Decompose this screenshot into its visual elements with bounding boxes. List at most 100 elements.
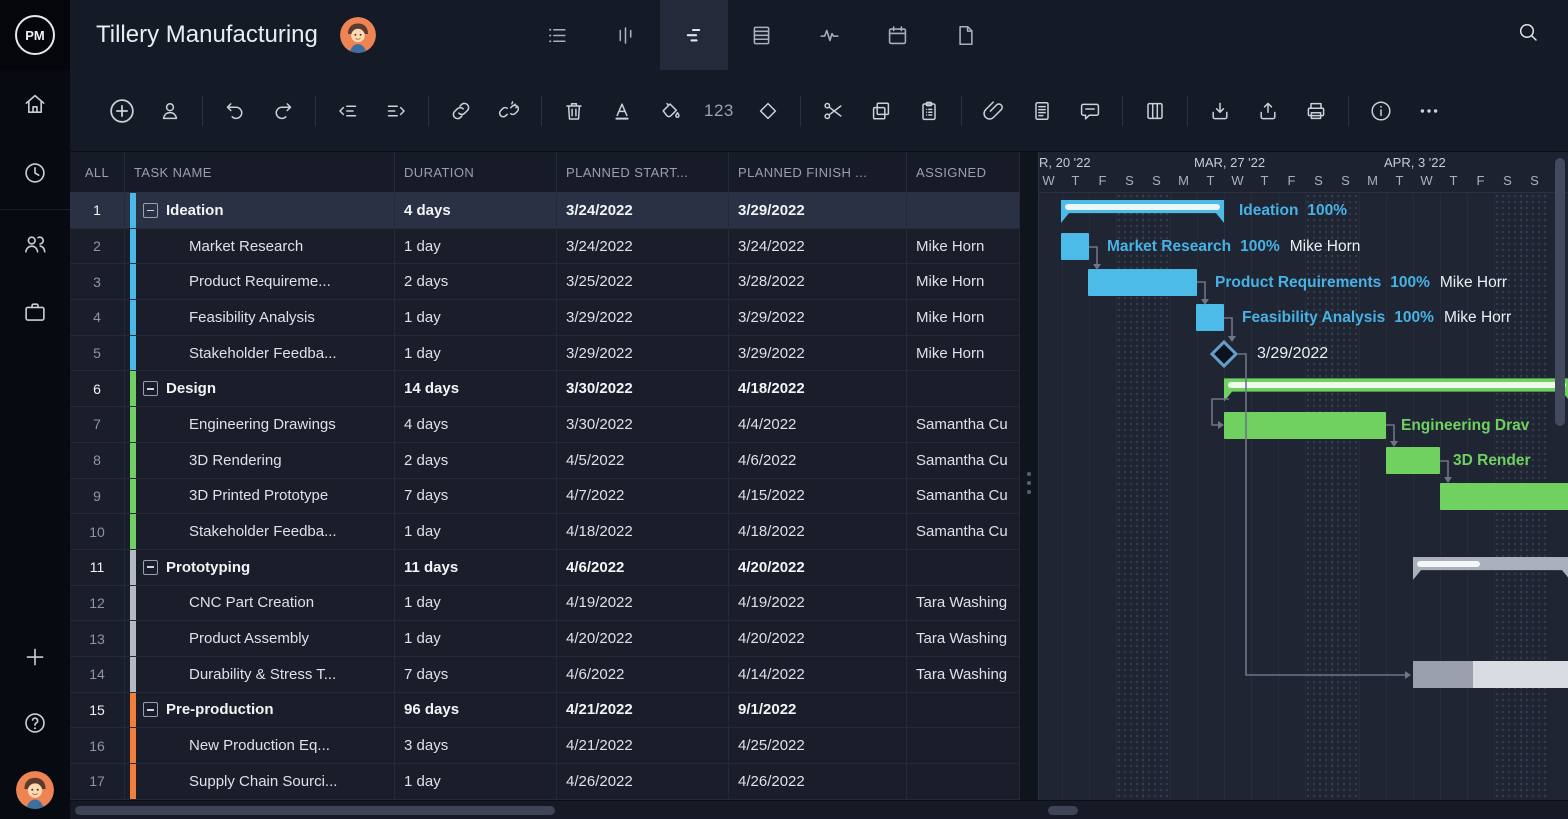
sidebar-clock-button[interactable] <box>17 155 53 191</box>
table-row[interactable]: 15Pre-production96 days4/21/20229/1/2022 <box>70 693 1020 729</box>
timeline-day-label: W <box>1039 173 1062 188</box>
toolbar-columns-button[interactable] <box>1141 97 1169 125</box>
toolbar-milestone-diamond-button[interactable] <box>754 97 782 125</box>
toolbar-import-button[interactable] <box>1206 97 1234 125</box>
collapse-toggle-icon[interactable] <box>143 381 158 396</box>
collapse-toggle-icon[interactable] <box>143 560 158 575</box>
table-row[interactable]: 16New Production Eq...3 days4/21/20224/2… <box>70 728 1020 764</box>
column-header-assigned[interactable]: ASSIGNED <box>907 152 1020 192</box>
view-tab-sheet[interactable] <box>728 0 796 70</box>
table-row[interactable]: 13Product Assembly1 day4/20/20224/20/202… <box>70 621 1020 657</box>
toolbar-print-button[interactable] <box>1302 97 1330 125</box>
sidebar-home-button[interactable] <box>17 86 53 122</box>
app-logo[interactable]: PM <box>0 0 70 70</box>
sidebar-plus-button[interactable] <box>17 639 53 675</box>
toolbar-notes-button[interactable] <box>1028 97 1056 125</box>
view-tab-calendar[interactable] <box>864 0 932 70</box>
toolbar-trash-button[interactable] <box>560 97 588 125</box>
column-header-task-name[interactable]: TASK NAME <box>125 152 395 192</box>
table-row[interactable]: 17Supply Chain Sourci...1 day4/26/20224/… <box>70 764 1020 800</box>
toolbar-plus-circle-button[interactable] <box>108 97 136 125</box>
table-row[interactable]: 83D Rendering2 days4/5/20224/6/2022Saman… <box>70 443 1020 479</box>
toolbar-cut-button[interactable] <box>819 97 847 125</box>
gantt-horizontal-scrollbar-thumb[interactable] <box>1048 806 1078 815</box>
comment-icon <box>1078 99 1102 123</box>
user-avatar[interactable] <box>16 771 54 809</box>
toolbar-attachment-button[interactable] <box>980 97 1008 125</box>
toolbar-group <box>429 97 541 125</box>
toolbar-link-button[interactable] <box>447 97 475 125</box>
timeline-day-label: F <box>1278 173 1305 188</box>
sidebar-portfolio-button[interactable] <box>17 294 53 330</box>
search-icon <box>1516 20 1540 44</box>
task-color-strip <box>130 693 136 728</box>
table-row[interactable]: 10Stakeholder Feedba...1 day4/18/20224/1… <box>70 514 1020 550</box>
table-row[interactable]: 5Stakeholder Feedba...1 day3/29/20223/29… <box>70 336 1020 372</box>
duration-cell: 1 day <box>395 300 557 335</box>
column-header-all[interactable]: ALL <box>70 152 125 192</box>
toolbar-unlink-button[interactable] <box>495 97 523 125</box>
toolbar-group <box>316 97 428 125</box>
sidebar-help-button[interactable] <box>17 705 53 741</box>
table-row[interactable]: 11Prototyping11 days4/6/20224/20/2022 <box>70 550 1020 586</box>
collapse-toggle-icon[interactable] <box>143 203 158 218</box>
view-tab-board[interactable] <box>592 0 660 70</box>
table-row[interactable]: 2Market Research1 day3/24/20223/24/2022M… <box>70 229 1020 265</box>
toolbar-assign-user-button[interactable] <box>156 97 184 125</box>
toolbar-fill-color-button[interactable] <box>656 97 684 125</box>
toolbar-copy-button[interactable] <box>867 97 895 125</box>
sheet-icon <box>749 23 774 48</box>
view-tab-list[interactable] <box>524 0 592 70</box>
task-color-strip <box>130 443 136 478</box>
table-row[interactable]: 93D Printed Prototype7 days4/7/20224/15/… <box>70 479 1020 515</box>
splitter-grip-icon <box>1027 472 1031 476</box>
table-row[interactable]: 7Engineering Drawings4 days3/30/20224/4/… <box>70 407 1020 443</box>
view-switcher <box>524 0 1000 70</box>
table-horizontal-scrollbar-thumb[interactable] <box>75 806 555 815</box>
sidebar-team-button[interactable] <box>17 226 53 262</box>
task-name: Product Requireme... <box>189 273 331 290</box>
sidebar-bottom-section <box>0 639 70 809</box>
toolbar-font-color-button[interactable] <box>608 97 636 125</box>
table-row[interactable]: 12CNC Part Creation1 day4/19/20224/19/20… <box>70 586 1020 622</box>
start-cell: 4/21/2022 <box>557 693 729 728</box>
view-tab-docs[interactable] <box>932 0 1000 70</box>
start-cell: 3/29/2022 <box>557 336 729 371</box>
toolbar-export-button[interactable] <box>1254 97 1282 125</box>
toolbar-info-button[interactable] <box>1367 97 1395 125</box>
table-row[interactable]: 14Durability & Stress T...7 days4/6/2022… <box>70 657 1020 693</box>
toolbar-number-format-button[interactable]: 123 <box>704 101 734 121</box>
toolbar-redo-button[interactable] <box>269 97 297 125</box>
toolbar-group <box>1123 97 1187 125</box>
toolbar-outdent-button[interactable] <box>334 97 362 125</box>
column-header-planned-start[interactable]: PLANNED START... <box>557 152 729 192</box>
table-row[interactable]: 6Design14 days3/30/20224/18/2022 <box>70 371 1020 407</box>
table-body: 1Ideation4 days3/24/20223/29/20222Market… <box>70 193 1020 800</box>
toolbar-comment-button[interactable] <box>1076 97 1104 125</box>
table-row[interactable]: 1Ideation4 days3/24/20223/29/2022 <box>70 193 1020 229</box>
table-row[interactable]: 3Product Requireme...2 days3/25/20223/28… <box>70 264 1020 300</box>
toolbar-undo-button[interactable] <box>221 97 249 125</box>
pane-splitter[interactable] <box>1020 152 1038 800</box>
toolbar-more-button[interactable] <box>1415 97 1443 125</box>
task-name-cell: Ideation <box>125 193 395 228</box>
view-tab-activity[interactable] <box>796 0 864 70</box>
project-owner-avatar[interactable] <box>340 17 376 53</box>
search-icon[interactable] <box>1516 20 1546 50</box>
start-cell: 4/26/2022 <box>557 764 729 799</box>
timeline-day-label: M <box>1359 173 1386 188</box>
gantt-chart-pane: R, 20 '22MAR, 27 '22APR, 3 '22WTFSSMTWTF… <box>1038 152 1568 800</box>
column-header-planned-finish[interactable]: PLANNED FINISH ... <box>729 152 907 192</box>
toolbar-indent-button[interactable] <box>382 97 410 125</box>
gantt-vertical-scrollbar-thumb[interactable] <box>1555 158 1565 426</box>
gantt-bar-label: 3D Render <box>1453 450 1531 471</box>
row-number: 1 <box>70 193 125 228</box>
view-tab-gantt[interactable] <box>660 0 728 70</box>
timeline-day-label: W <box>1224 173 1251 188</box>
toolbar-paste-button[interactable] <box>915 97 943 125</box>
duration-cell: 1 day <box>395 229 557 264</box>
plus-circle-icon <box>108 96 136 126</box>
table-row[interactable]: 4Feasibility Analysis1 day3/29/20223/29/… <box>70 300 1020 336</box>
column-header-duration[interactable]: DURATION <box>395 152 557 192</box>
collapse-toggle-icon[interactable] <box>143 702 158 717</box>
